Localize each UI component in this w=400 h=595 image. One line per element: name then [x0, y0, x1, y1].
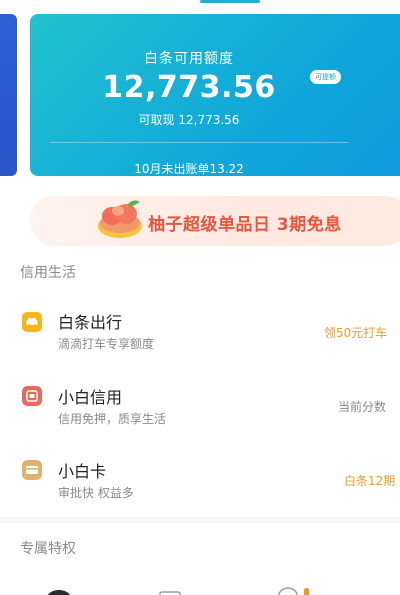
baitiao-credit-card[interactable]: 白条可用额度 12,773.56 可提额 可取现 12,773.56 10月未出…: [30, 14, 400, 176]
item-subtitle: 信用免押，质享生活: [58, 412, 167, 426]
list-item-baitiao-travel[interactable]: 白条出行 滴滴打车专享额度 领50元打车: [0, 300, 400, 370]
section-exclusive: 专属特权: [20, 541, 76, 557]
credit-icon: [22, 386, 42, 406]
cash-withdraw-amount: 可取现 12,773.56: [138, 113, 240, 127]
car-icon: [22, 312, 42, 332]
previous-card-peek[interactable]: [0, 14, 17, 176]
item-title: 小白信用: [58, 388, 123, 407]
promo-banner[interactable]: 柚子超级单品日 3期免息: [30, 196, 400, 246]
tab-indicator: [200, 0, 260, 3]
list-item-xiaobai-card[interactable]: 小白卡 审批快 权益多 白条12期: [0, 452, 400, 522]
raise-limit-badge[interactable]: 可提额: [310, 70, 341, 84]
credit-limit-amount: 12,773.56: [102, 70, 276, 105]
item-tag: 白条12期: [344, 474, 396, 488]
item-subtitle: 审批快 权益多: [58, 486, 134, 500]
promo-title: 柚子超级单品日 3期免息: [148, 215, 342, 235]
privilege-icon[interactable]: [46, 588, 72, 595]
wallet-page: 白条可用额度 12,773.56 可提额 可取现 12,773.56 10月未出…: [0, 0, 400, 595]
item-subtitle: 滴滴打车专享额度: [58, 337, 155, 351]
item-tag: 领50元打车: [324, 326, 388, 340]
item-title: 小白卡: [58, 462, 107, 481]
pomelo-icon: [98, 200, 142, 238]
privilege-icon[interactable]: [158, 590, 182, 595]
list-item-xiaobai-credit[interactable]: 小白信用 信用免押，质享生活 当前分数: [0, 376, 400, 446]
section-divider: [0, 517, 400, 523]
credit-limit-label: 白条可用额度: [144, 51, 234, 67]
card-icon: [22, 460, 42, 480]
item-tag: 当前分数: [338, 400, 387, 414]
section-credit-life: 信用生活: [20, 265, 76, 281]
card-divider: [50, 142, 348, 143]
item-title: 白条出行: [58, 313, 123, 332]
unbilled-amount[interactable]: 10月未出账单13.22: [30, 160, 348, 177]
privilege-icon[interactable]: [276, 584, 316, 595]
